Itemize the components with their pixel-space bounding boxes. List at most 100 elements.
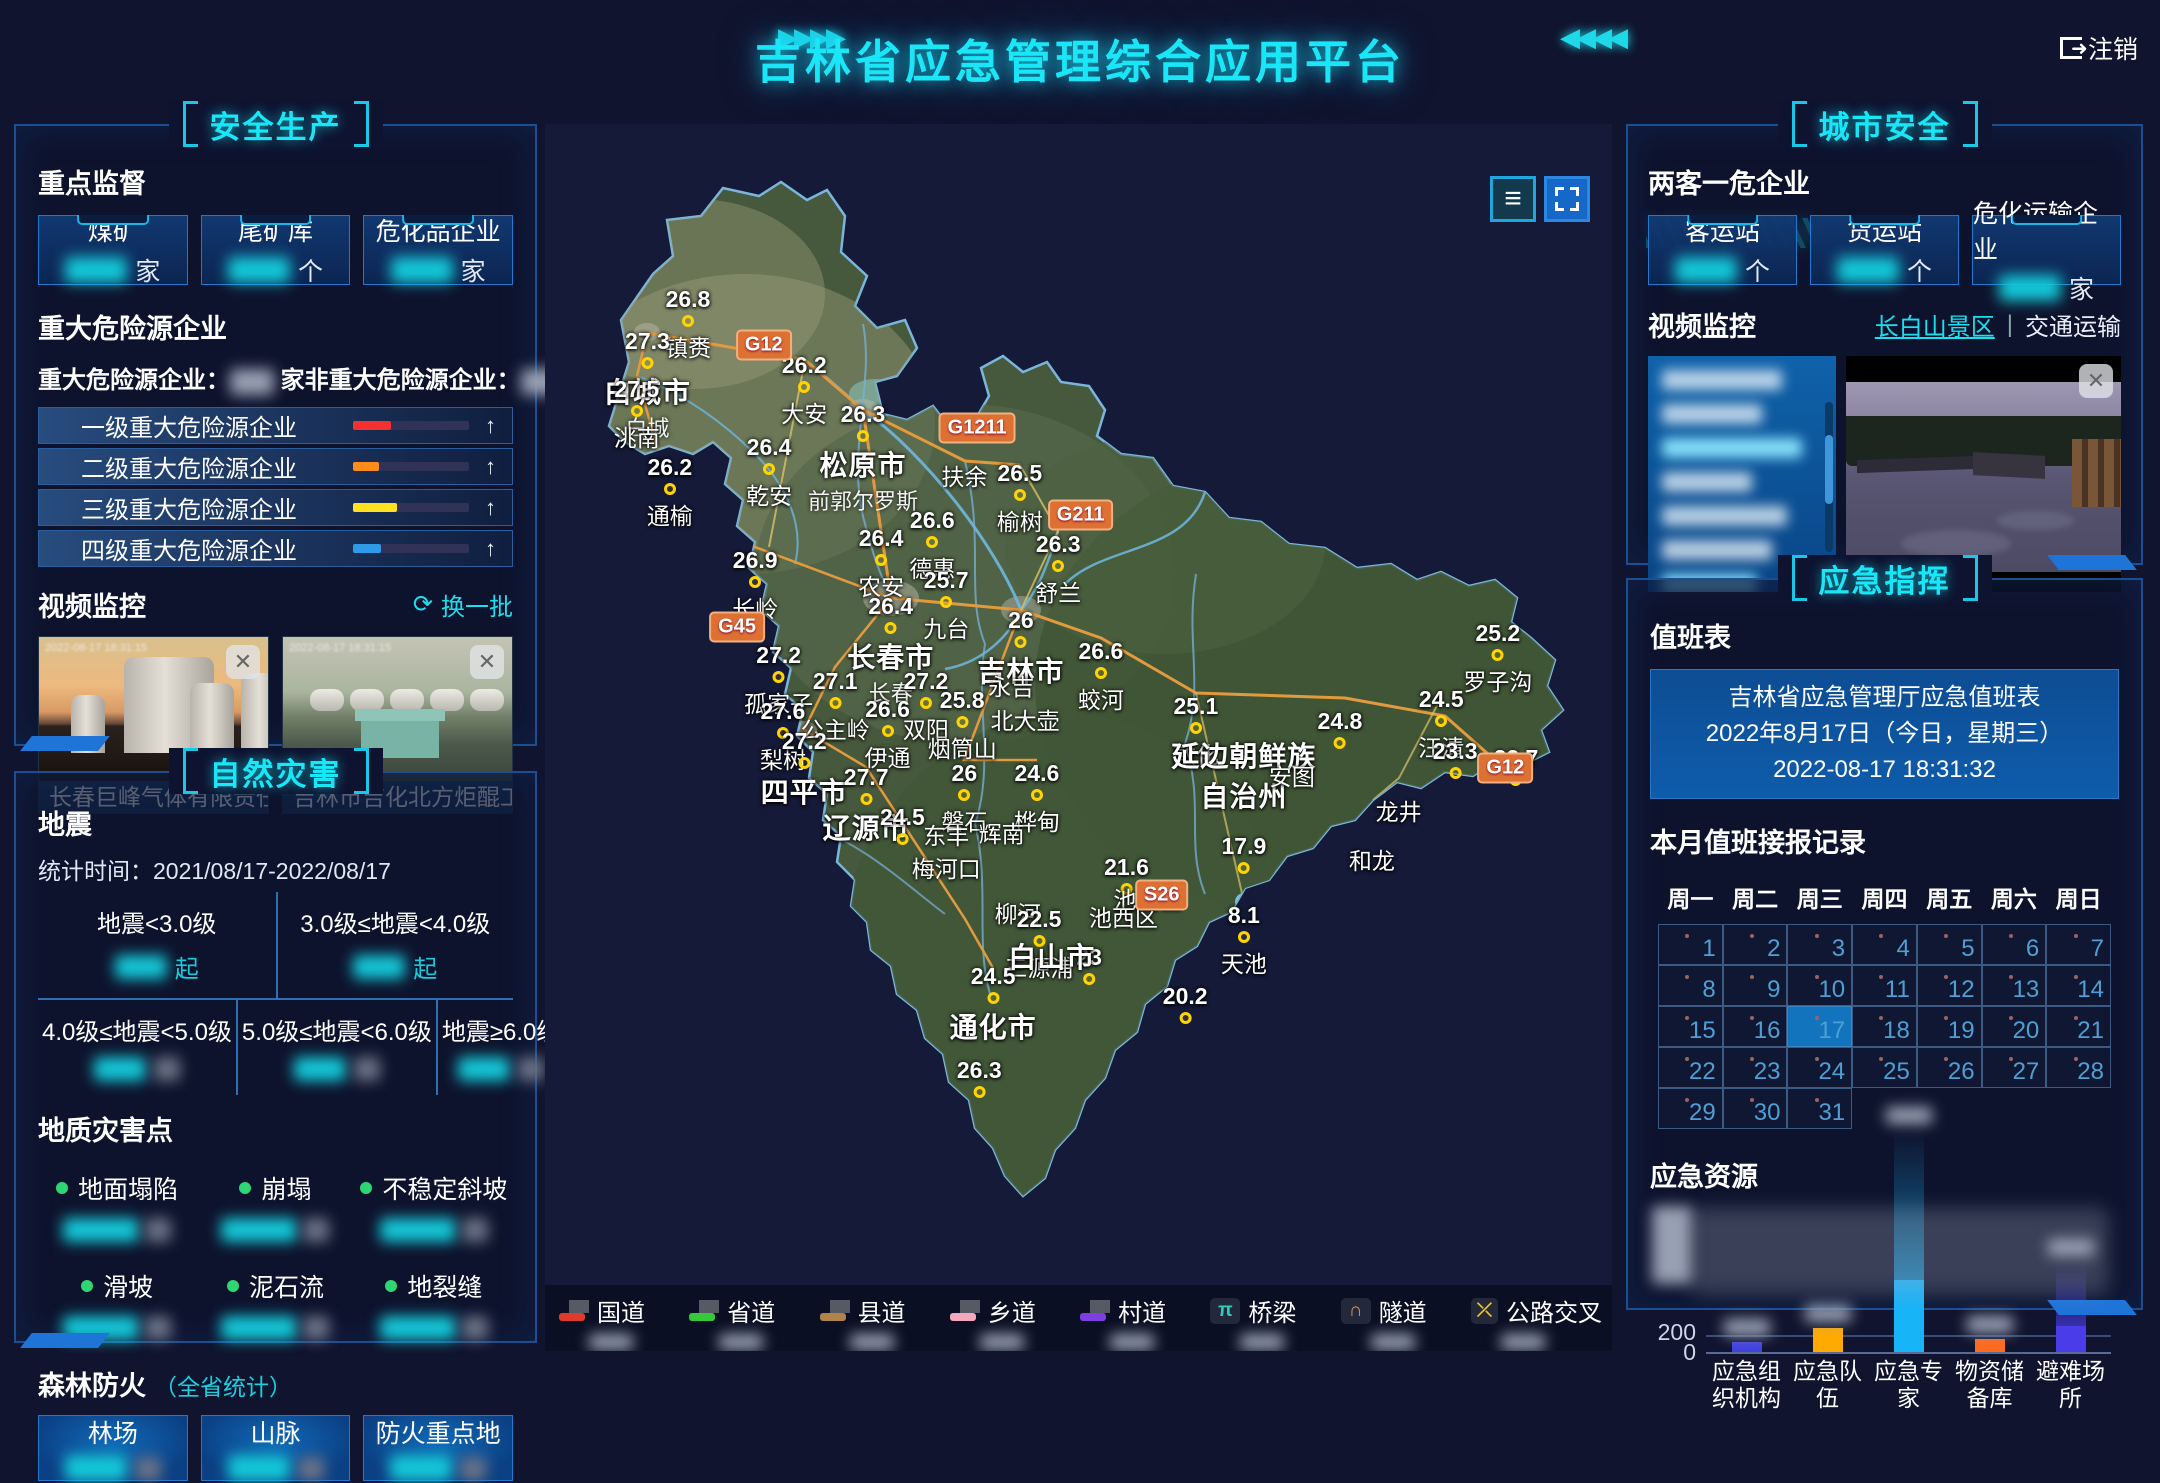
page-title: 吉林省应急管理综合应用平台 <box>755 26 1405 92</box>
legend-item-省道[interactable]: 省道 <box>689 1293 819 1351</box>
close-icon[interactable]: ✕ <box>226 645 260 679</box>
hazard-level-bar-fill <box>353 462 379 471</box>
calendar-day-1[interactable]: 1 <box>1658 924 1723 965</box>
calendar-day-24[interactable]: 24 <box>1787 1047 1852 1088</box>
calendar-day-21[interactable]: 21 <box>2046 1006 2111 1047</box>
calendar-day-20[interactable]: 20 <box>1982 1006 2047 1047</box>
camera-list-scrollbar[interactable] <box>1825 402 1833 552</box>
calendar-day-10[interactable]: 10 <box>1787 965 1852 1006</box>
calendar-dot-icon <box>1685 975 1689 979</box>
blurred-value <box>303 1316 329 1340</box>
calendar-day-23[interactable]: 23 <box>1723 1047 1788 1088</box>
calendar-day-5[interactable]: 5 <box>1917 924 1982 965</box>
legend-item-村道[interactable]: 村道 <box>1080 1293 1210 1351</box>
road-shield-G12: G12 <box>736 329 792 360</box>
calendar-day-6[interactable]: 6 <box>1982 924 2047 965</box>
geo-hazard-heading: 地质灾害点 <box>38 1109 513 1148</box>
hazard-level-bar-fill <box>353 503 397 512</box>
up-arrow-icon: ↑ <box>485 536 496 562</box>
map-layers-button[interactable]: ≡ <box>1490 176 1536 222</box>
calendar-day-7[interactable]: 7 <box>2046 924 2111 965</box>
legend-row: 县道 <box>820 1293 950 1328</box>
chart-category-label: 物资储备库 <box>1949 1358 2030 1416</box>
calendar-day-number: 14 <box>2077 976 2104 1004</box>
calendar-day-22[interactable]: 22 <box>1658 1047 1723 1088</box>
close-icon[interactable]: ✕ <box>2079 364 2113 398</box>
calendar-day-number: 5 <box>1961 935 1974 963</box>
hazard-level-bar-track <box>353 462 469 471</box>
calendar-day-12[interactable]: 12 <box>1917 965 1982 1006</box>
geo-hazard-value <box>355 1316 513 1340</box>
swatch-backing <box>1090 1300 1110 1313</box>
calendar-day-3[interactable]: 3 <box>1787 924 1852 965</box>
duty-roster-card[interactable]: 吉林省应急管理厅应急值班表 2022年8月17日（今日，星期三） 2022-08… <box>1650 669 2119 799</box>
link-changbaishan[interactable]: 长白山景区 <box>1875 307 1995 342</box>
blurred-value <box>1501 1334 1545 1350</box>
calendar-day-19[interactable]: 19 <box>1917 1006 1982 1047</box>
calendar-day-4[interactable]: 4 <box>1852 924 1917 965</box>
weekday-label: 周一 <box>1658 880 1723 914</box>
legend-label: 省道 <box>727 1293 775 1328</box>
province-map[interactable]: ≡ 26.8镇赉27.3白城市白城27.5洮南26.2通榆26.2大安26.4乾… <box>545 124 1612 1351</box>
geo-hazard-item-2: 不稳定斜坡 <box>355 1170 513 1242</box>
map-fullscreen-button[interactable] <box>1544 176 1590 222</box>
refresh-batch-button[interactable]: ⟳ 换一批 <box>413 587 513 622</box>
forest-value-row <box>65 1454 161 1483</box>
hazard-level-bar-track <box>353 503 469 512</box>
calendar-day-14[interactable]: 14 <box>2046 965 2111 1006</box>
calendar-day-number: 19 <box>1948 1017 1975 1045</box>
calendar-day-8[interactable]: 8 <box>1658 965 1723 1006</box>
calendar-day-27[interactable]: 27 <box>1982 1047 2047 1088</box>
blurred-value <box>154 1057 180 1081</box>
calendar-day-9[interactable]: 9 <box>1723 965 1788 1006</box>
weekday-label: 周三 <box>1787 880 1852 914</box>
legend-count <box>850 1333 950 1351</box>
hazard-level-row-2: 二级重大危险源企业↑ <box>38 448 513 485</box>
panel-emergency-command: 应急指挥 值班表 吉林省应急管理厅应急值班表 2022年8月17日（今日，星期三… <box>1626 578 2143 1310</box>
calendar-day-2[interactable]: 2 <box>1723 924 1788 965</box>
geo-hazard-label-row: 崩塌 <box>196 1170 354 1206</box>
map-legend: 国道 省道 县道乡道村道π桥梁∩隧道⤫公路交叉 <box>545 1285 1612 1351</box>
calendar-day-17[interactable]: 17 <box>1787 1006 1852 1047</box>
calendar-day-15[interactable]: 15 <box>1658 1006 1723 1047</box>
calendar-day-13[interactable]: 13 <box>1982 965 2047 1006</box>
calendar-day-28[interactable]: 28 <box>2046 1047 2111 1088</box>
legend-item-国道[interactable]: 国道 <box>559 1293 689 1351</box>
calendar-day-18[interactable]: 18 <box>1852 1006 1917 1047</box>
earthquake-unit: 起 <box>175 949 199 984</box>
chart-bar-fill <box>1813 1328 1843 1352</box>
legend-item-桥梁[interactable]: π桥梁 <box>1210 1293 1340 1351</box>
legend-item-隧道[interactable]: ∩隧道 <box>1341 1293 1471 1351</box>
duty-line2: 2022年8月17日（今日，星期三） <box>1657 716 2112 752</box>
calendar-day-30[interactable]: 30 <box>1723 1088 1788 1129</box>
calendar-day-31[interactable]: 31 <box>1787 1088 1852 1129</box>
calendar-day-25[interactable]: 25 <box>1852 1047 1917 1088</box>
县道-line-swatch <box>820 1313 846 1321</box>
earthquake-range-label: 4.0级≤地震<5.0级 <box>42 1012 232 1047</box>
green-dot-icon <box>56 1182 68 1194</box>
calendar-day-11[interactable]: 11 <box>1852 965 1917 1006</box>
link-transport[interactable]: 交通运输 <box>2025 307 2121 342</box>
video-source-links: 长白山景区 | 交通运输 <box>1875 307 2121 342</box>
logout-button[interactable]: 注销 <box>2060 30 2138 66</box>
legend-item-乡道[interactable]: 乡道 <box>950 1293 1080 1351</box>
earthquake-cell-1: 5.0级≤地震<6.0级 <box>236 1000 436 1095</box>
swatch-backing <box>960 1300 980 1313</box>
calendar-day-29[interactable]: 29 <box>1658 1088 1723 1129</box>
road-shield-G12: G12 <box>1477 753 1533 784</box>
calendar-day-26[interactable]: 26 <box>1917 1047 1982 1088</box>
refresh-icon: ⟳ <box>413 590 433 619</box>
calendar-day-16[interactable]: 16 <box>1723 1006 1788 1047</box>
panel-command-title: 应急指挥 <box>1778 555 1992 601</box>
duty-line3: 2022-08-17 18:31:32 <box>1657 752 2112 788</box>
geo-hazard-value <box>196 1316 354 1340</box>
panel-corner-decoration <box>20 1333 110 1348</box>
legend-label: 隧道 <box>1379 1293 1427 1328</box>
legend-row: ⤫公路交叉 <box>1471 1293 1602 1328</box>
legend-item-县道[interactable]: 县道 <box>820 1293 950 1351</box>
close-icon[interactable]: ✕ <box>470 645 504 679</box>
geo-hazard-label: 滑坡 <box>103 1268 153 1304</box>
green-dot-icon <box>239 1182 251 1194</box>
geo-hazard-label-row: 地裂缝 <box>355 1268 513 1304</box>
legend-item-公路交叉[interactable]: ⤫公路交叉 <box>1471 1293 1602 1351</box>
